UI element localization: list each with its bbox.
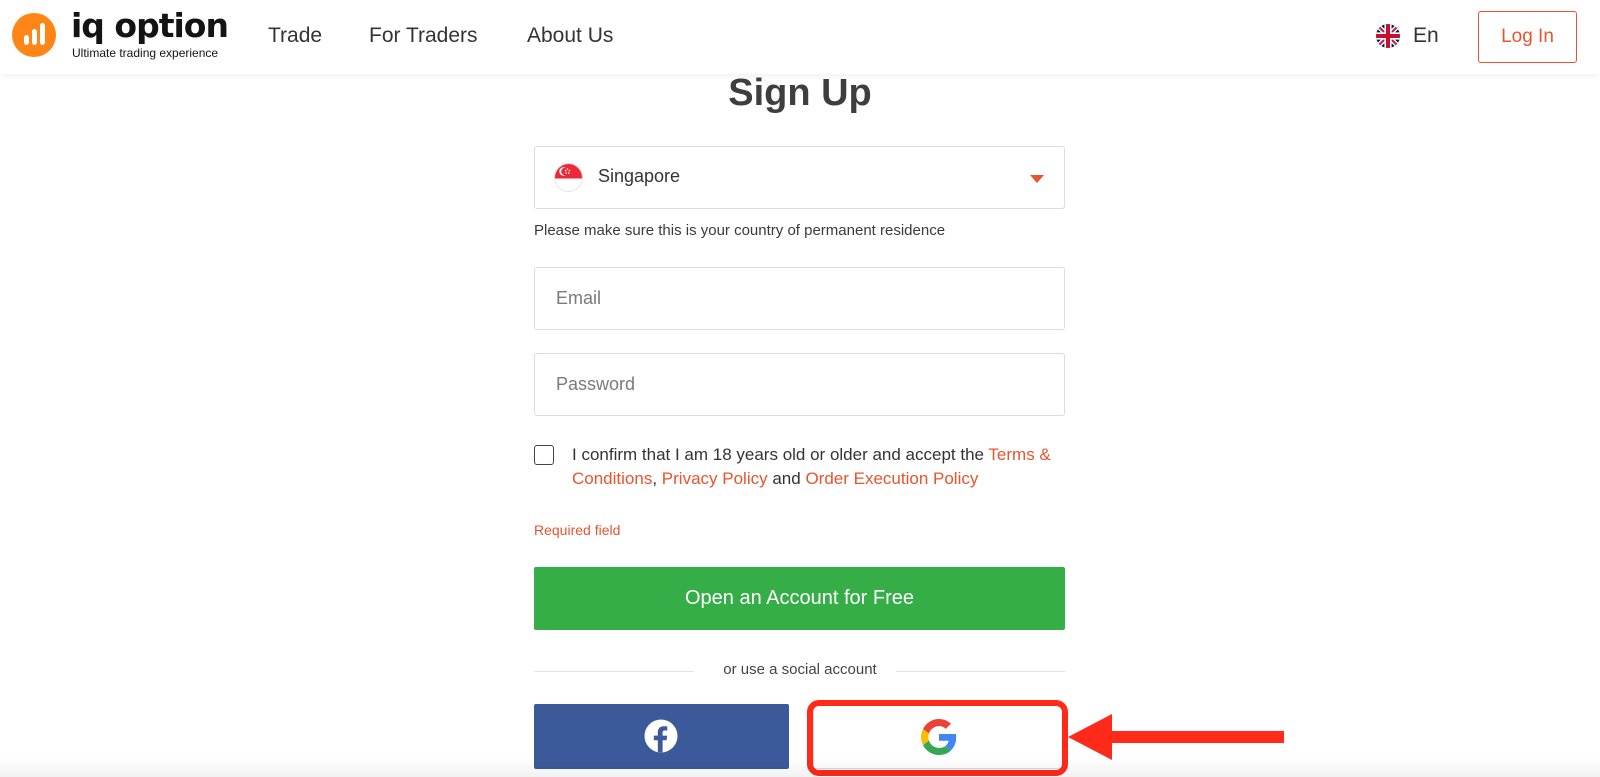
login-button[interactable]: Log In [1478, 11, 1577, 63]
caret-down-icon [1030, 175, 1044, 183]
facebook-login-button[interactable] [534, 704, 789, 769]
open-account-button[interactable]: Open an Account for Free [534, 567, 1065, 630]
logo-bar [24, 35, 29, 45]
language-selector[interactable]: En [1413, 24, 1439, 48]
consent-statement: I confirm that I am 18 years old or olde… [572, 445, 984, 464]
nav-trade[interactable]: Trade [268, 24, 322, 48]
site-header: iq option Ultimate trading experience Tr… [0, 0, 1600, 74]
consent-and: and [772, 469, 801, 488]
logo-bar [40, 23, 45, 45]
google-icon [921, 719, 957, 755]
email-field[interactable] [534, 267, 1065, 330]
brand-tagline: Ultimate trading experience [72, 46, 219, 60]
nav-for-traders[interactable]: For Traders [369, 24, 478, 48]
flag-uk-icon[interactable] [1376, 24, 1400, 48]
consent-text: I confirm that I am 18 years old or olde… [572, 443, 1062, 491]
logo-bar [32, 29, 37, 45]
annotation-arrow-icon [1068, 714, 1284, 760]
flag-singapore-icon [554, 163, 583, 192]
page-bottom-fade [0, 757, 1600, 777]
password-field[interactable] [534, 353, 1065, 416]
required-field-error: Required field [534, 522, 621, 538]
nav-about-us[interactable]: About Us [527, 24, 613, 48]
page-title: Sign Up [728, 72, 872, 114]
consent-comma: , [652, 469, 658, 488]
social-divider-label: or use a social account [723, 661, 877, 678]
brand-name[interactable]: iq option [71, 8, 229, 44]
country-hint: Please make sure this is your country of… [534, 222, 946, 239]
google-login-button[interactable] [813, 704, 1065, 769]
privacy-policy-link[interactable]: Privacy Policy [662, 469, 768, 488]
country-select[interactable]: Singapore [534, 146, 1065, 209]
facebook-icon [644, 719, 678, 753]
consent-checkbox[interactable] [534, 445, 554, 465]
country-selected-value: Singapore [598, 166, 681, 186]
brand-logo-icon[interactable] [12, 13, 56, 57]
order-execution-policy-link[interactable]: Order Execution Policy [805, 469, 978, 488]
